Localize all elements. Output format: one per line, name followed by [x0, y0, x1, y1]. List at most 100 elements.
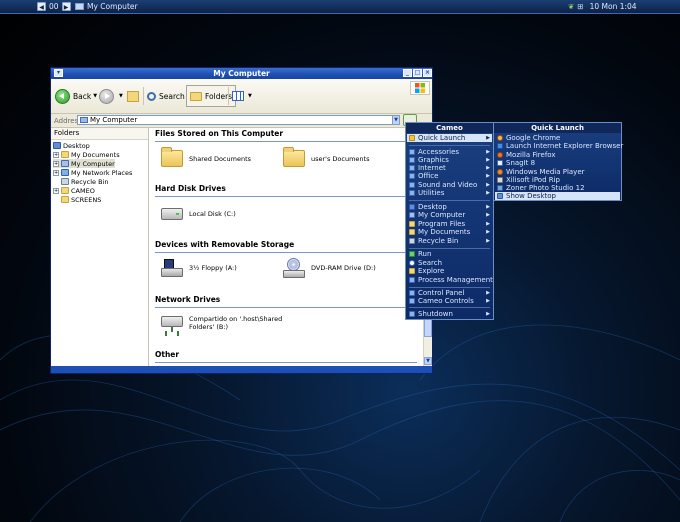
item-label: 3½ Floppy (A:): [189, 264, 237, 272]
ql-item-zoner-photo-studio[interactable]: Zoner Photo Studio 12: [495, 184, 620, 192]
folder-icon: [283, 147, 305, 167]
computer-icon: [61, 160, 69, 167]
ql-item-xilisoft-ipod-rip[interactable]: Xilisoft iPod Rip: [495, 176, 620, 184]
menu-item-cameo-controls[interactable]: Cameo Controls ▶: [407, 297, 492, 305]
tray-network-icon[interactable]: ⊞: [577, 0, 583, 13]
toolbar: Back ▼ ▼ Search Folders ▼: [51, 79, 432, 114]
scroll-down-icon[interactable]: ▼: [424, 357, 432, 365]
menu-item-quick-launch[interactable]: Quick Launch ▶: [407, 134, 492, 142]
file-item-shared-documents[interactable]: Shared Documents: [161, 147, 252, 167]
ql-item-snagit[interactable]: SnagIt 8: [495, 159, 620, 167]
tree-label: SCREENS: [71, 195, 102, 204]
tree-expand-icon[interactable]: +: [53, 169, 59, 176]
tree-item-recycle-bin[interactable]: Recycle Bin: [61, 177, 108, 186]
tree-label: My Documents: [71, 150, 120, 159]
back-button[interactable]: Back ▼: [55, 85, 97, 107]
menu-item-office[interactable]: Office ▶: [407, 172, 492, 180]
tree-expand-icon[interactable]: +: [53, 187, 59, 194]
bullet-icon: [409, 190, 415, 196]
chrome-icon: [497, 135, 503, 141]
menu-item-internet[interactable]: Internet ▶: [407, 164, 492, 172]
menu-item-desktop[interactable]: Desktop ▶: [407, 203, 492, 211]
computer-icon: [409, 212, 415, 218]
menu-item-run[interactable]: Run: [407, 250, 492, 258]
tree-item-screens[interactable]: SCREENS: [61, 195, 101, 204]
menu-item-shutdown[interactable]: Shutdown ▶: [407, 310, 492, 318]
folders-pane-title: Folders: [51, 128, 148, 140]
address-input[interactable]: My Computer: [77, 115, 400, 125]
address-bar: Address My Computer ▼: [51, 114, 432, 128]
drive-item-dvd[interactable]: DVD-RAM Drive (D:): [283, 258, 376, 278]
drive-item-local-disk[interactable]: Local Disk (C:): [161, 208, 236, 220]
menu-item-sound-video[interactable]: Sound and Video ▶: [407, 181, 492, 189]
tree-expand-icon[interactable]: +: [53, 160, 59, 167]
top-panel: ◀ 00 ▶ My Computer ❦ ⊞ 10 Mon 1:04: [0, 0, 680, 14]
desktop-icon: [409, 204, 415, 210]
workspace-switcher[interactable]: ◀ 00 ▶: [37, 0, 71, 13]
shutdown-icon: [409, 311, 415, 317]
menu-item-program-files[interactable]: Program Files ▶: [407, 220, 492, 228]
folders-icon: [190, 91, 202, 101]
menu-item-my-computer[interactable]: My Computer ▶: [407, 211, 492, 219]
ie-icon: [497, 143, 503, 149]
workspace-prev-button[interactable]: ◀: [37, 2, 46, 11]
floppy-drive-icon: [161, 259, 183, 277]
ql-item-label: Windows Media Player: [506, 168, 585, 176]
clock[interactable]: 10 Mon 1:04: [590, 0, 637, 13]
ql-item-google-chrome[interactable]: Google Chrome: [495, 134, 620, 142]
menu-item-explore[interactable]: Explore: [407, 267, 492, 275]
tree-item-network-places[interactable]: + My Network Places: [53, 168, 132, 177]
close-button[interactable]: ×: [423, 69, 432, 77]
tray-leaf-icon[interactable]: ❦: [568, 0, 574, 13]
forward-button[interactable]: ▼: [99, 85, 123, 107]
views-button[interactable]: ▼: [232, 85, 252, 107]
firefox-icon: [497, 152, 503, 158]
drive-item-network-share[interactable]: Compartido on '.host\Shared Folders' (B:…: [161, 314, 285, 332]
tree-item-my-computer[interactable]: + My Computer: [53, 159, 115, 168]
search-button[interactable]: Search: [147, 85, 185, 107]
menu-item-my-documents[interactable]: My Documents ▶: [407, 228, 492, 236]
search-label: Search: [159, 91, 185, 101]
tree-expand-icon[interactable]: +: [53, 151, 59, 158]
submenu-arrow-icon: ▶: [486, 149, 490, 155]
submenu-arrow-icon: ▶: [486, 221, 490, 227]
menu-item-accessories[interactable]: Accessories ▶: [407, 148, 492, 156]
item-label: Local Disk (C:): [189, 210, 236, 218]
item-label: Shared Documents: [189, 154, 252, 163]
menu-item-process-management[interactable]: Process Management: [407, 276, 493, 284]
taskbar-window-button[interactable]: My Computer: [75, 0, 138, 13]
menu-separator: [409, 287, 490, 288]
menu-item-recycle-bin[interactable]: Recycle Bin ▶: [407, 237, 492, 245]
forward-dropdown-icon[interactable]: ▼: [119, 93, 123, 99]
menu-item-control-panel[interactable]: Control Panel ▶: [407, 289, 492, 297]
back-dropdown-icon[interactable]: ▼: [93, 93, 97, 99]
tree-item-desktop[interactable]: Desktop: [53, 141, 90, 150]
ql-item-label: Xilisoft iPod Rip: [506, 176, 560, 184]
folder-icon: [61, 151, 69, 158]
drive-item-floppy[interactable]: 3½ Floppy (A:): [161, 259, 237, 277]
tree-item-my-documents[interactable]: + My Documents: [53, 150, 120, 159]
menu-item-search[interactable]: Search: [407, 259, 492, 267]
tree-label: My Computer: [71, 159, 115, 168]
ql-item-mozilla-firefox[interactable]: Mozilla Firefox: [495, 151, 620, 159]
ql-item-internet-explorer[interactable]: Launch Internet Explorer Browser: [495, 142, 623, 150]
maximize-button[interactable]: □: [413, 69, 422, 77]
ql-item-windows-media-player[interactable]: Windows Media Player: [495, 168, 620, 176]
window-titlebar[interactable]: ▾ My Computer _ □ ×: [51, 68, 432, 79]
up-folder-button[interactable]: [127, 85, 139, 107]
window-menu-icon[interactable]: ▾: [54, 69, 63, 77]
menu-item-utilities[interactable]: Utilities ▶: [407, 189, 492, 197]
file-item-user-documents[interactable]: user's Documents: [283, 147, 369, 167]
menu-separator: [409, 145, 490, 146]
menu-item-graphics[interactable]: Graphics ▶: [407, 156, 492, 164]
network-drive-icon: [161, 314, 183, 332]
ql-item-show-desktop[interactable]: Show Desktop: [495, 192, 620, 200]
ipod-icon: [497, 177, 503, 183]
menu-item-label: My Computer: [418, 211, 466, 219]
group-header: Hard Disk Drives: [155, 184, 417, 197]
recycle-bin-icon: [61, 178, 69, 185]
workspace-next-button[interactable]: ▶: [61, 2, 71, 11]
tree-item-cameo[interactable]: + CAMEO: [53, 186, 95, 195]
minimize-button[interactable]: _: [403, 69, 412, 77]
address-dropdown-icon[interactable]: ▼: [392, 115, 400, 125]
